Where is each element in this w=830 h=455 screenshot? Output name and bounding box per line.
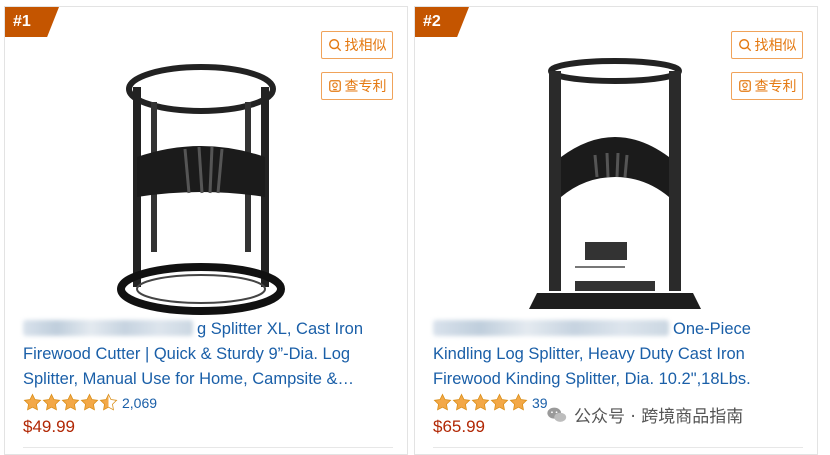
- check-patent-button[interactable]: 查专利: [321, 72, 393, 100]
- check-patent-label: 查专利: [754, 79, 797, 95]
- rank-badge: #2: [415, 7, 469, 37]
- star-icon: [433, 393, 452, 411]
- star-icon: [452, 393, 471, 411]
- blurred-text: [23, 320, 193, 336]
- star-icon: [80, 393, 99, 411]
- find-similar-label: 找相似: [344, 38, 387, 54]
- price: $49.99: [23, 417, 75, 436]
- product-image[interactable]: [515, 57, 715, 317]
- rating-count[interactable]: 2,069: [122, 395, 157, 411]
- patent-icon: [738, 80, 751, 92]
- product-card-2[interactable]: #2 找相似 查专利 One-Piece Kindling Log Splitt…: [414, 6, 818, 455]
- rank-badge: #1: [5, 7, 59, 37]
- blurred-text: [433, 320, 669, 336]
- rating[interactable]: 39: [433, 393, 548, 412]
- star-icon: [23, 393, 42, 411]
- search-icon: [328, 39, 341, 52]
- product-card-1[interactable]: #1 找相似 查专利 g Splitter XL, Cast Iron Fire…: [4, 6, 408, 455]
- patent-icon: [328, 80, 341, 92]
- star-icon: [490, 393, 509, 411]
- rating[interactable]: 2,069: [23, 393, 157, 412]
- check-patent-button[interactable]: 查专利: [731, 72, 803, 100]
- find-similar-label: 找相似: [754, 38, 797, 54]
- divider: [433, 447, 803, 448]
- find-similar-button[interactable]: 找相似: [321, 31, 393, 59]
- check-patent-label: 查专利: [344, 79, 387, 95]
- star-icon: [509, 393, 528, 411]
- wechat-icon: [547, 407, 567, 422]
- divider: [23, 447, 393, 448]
- product-title[interactable]: g Splitter XL, Cast Iron Firewood Cutter…: [23, 317, 398, 392]
- product-title[interactable]: One-Piece Kindling Log Splitter, Heavy D…: [433, 317, 808, 392]
- star-icon: [471, 393, 490, 411]
- watermark: 公众号 · 跨境商品指南: [546, 402, 743, 427]
- find-similar-button[interactable]: 找相似: [731, 31, 803, 59]
- star-rating: [433, 393, 528, 412]
- star-rating: [23, 393, 118, 412]
- star-icon: [42, 393, 61, 411]
- price: $65.99: [433, 417, 485, 436]
- star-half-icon: [99, 393, 118, 411]
- star-icon: [61, 393, 80, 411]
- watermark-text: 公众号 · 跨境商品指南: [574, 407, 744, 427]
- search-icon: [738, 39, 751, 52]
- product-image[interactable]: [105, 57, 305, 317]
